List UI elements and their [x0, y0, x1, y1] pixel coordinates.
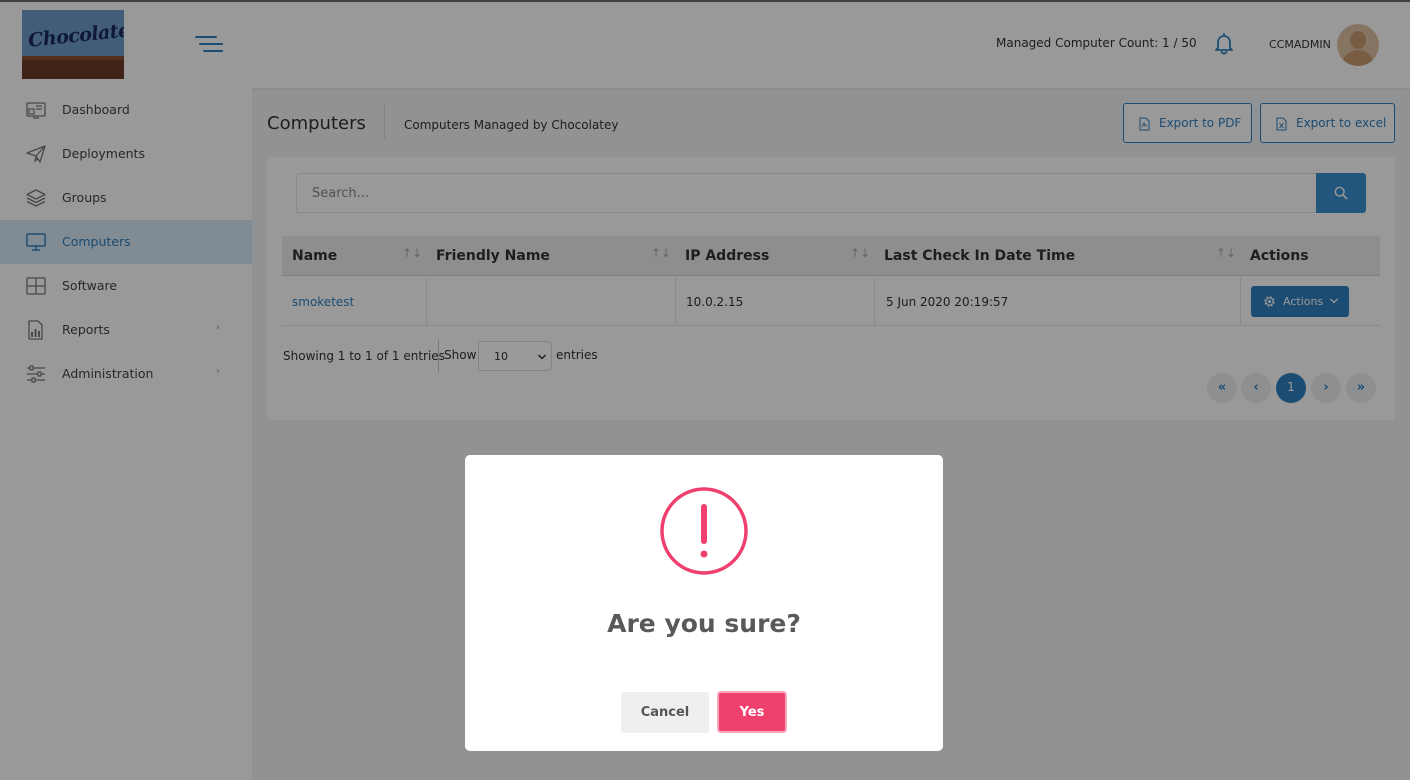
confirm-yes-button[interactable]: Yes: [717, 691, 787, 733]
confirm-dialog: Are you sure? Cancel Yes: [465, 455, 943, 751]
dialog-title: Are you sure?: [607, 609, 801, 638]
cancel-button[interactable]: Cancel: [621, 692, 709, 733]
warning-icon: [660, 487, 748, 575]
